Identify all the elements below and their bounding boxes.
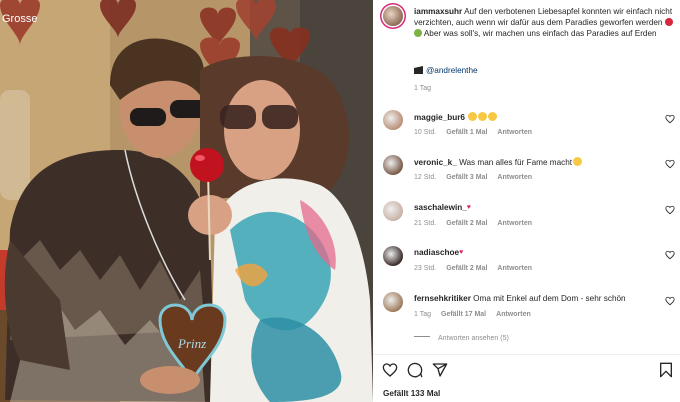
comment-text: Was man alles für Fame macht — [459, 158, 573, 167]
comment-icon[interactable] — [407, 362, 423, 378]
red-heart-emoji: ♥ — [459, 249, 464, 256]
comment-text-line: nadiaschoe♥ — [414, 248, 654, 257]
comment-avatar[interactable] — [383, 292, 403, 312]
emoji-face — [478, 112, 488, 121]
comment-like-heart-icon[interactable] — [665, 250, 675, 260]
comment-time: 10 Std. — [414, 129, 437, 136]
post-side-panel: iammaxsuhr Auf den verbotenen Liebesapfe… — [373, 0, 680, 402]
comment-text: Oma mit Enkel auf dem Dom - sehr schön — [473, 294, 626, 303]
comment-time: 23 Std. — [414, 265, 437, 272]
reply-button[interactable]: Antworten — [497, 220, 532, 227]
comment-meta: 23 Std. Gefällt 2 Mal Antworten — [414, 265, 542, 272]
comment-text-line: saschalewin_♥ — [414, 203, 654, 212]
instagram-post: Grosse Prinz iammaxsuhr Auf den verboten… — [0, 0, 680, 402]
action-bar — [382, 362, 672, 380]
comment-likes[interactable]: Gefällt 2 Mal — [446, 220, 487, 227]
comment-like-heart-icon[interactable] — [665, 159, 675, 169]
comment-like-heart-icon[interactable] — [665, 296, 675, 306]
comment-username[interactable]: veronic_k_ — [414, 158, 457, 167]
comment-avatar[interactable] — [383, 201, 403, 221]
comment-meta: 21 Std. Gefällt 2 Mal Antworten — [414, 220, 542, 227]
comment-username[interactable]: fernsehkritiker — [414, 294, 471, 303]
comment-text-line: veronic_k_ Was man alles für Fame macht — [414, 157, 654, 167]
apple-emoji — [664, 18, 673, 26]
comment-avatar[interactable] — [383, 110, 403, 130]
caption-text-end: Aber was soll's, wir machen uns einfach … — [423, 29, 657, 38]
emoji-face — [468, 112, 478, 121]
photo-illustration: Grosse Prinz — [0, 0, 373, 402]
comment-avatar[interactable] — [383, 246, 403, 266]
comment-username[interactable]: nadiaschoe — [414, 248, 459, 257]
comment-meta: 10 Std. Gefällt 1 Mal Antworten — [414, 129, 542, 136]
comment-text-line: fernsehkritiker Oma mit Enkel auf dem Do… — [414, 294, 654, 303]
reply-button[interactable]: Antworten — [497, 129, 532, 136]
comment-meta: 1 Tag Gefällt 17 Mal Antworten — [414, 311, 541, 318]
credit-link[interactable]: @andrelenthe — [426, 66, 478, 75]
post-photo[interactable]: Grosse Prinz — [0, 0, 373, 402]
comment-avatar[interactable] — [383, 155, 403, 175]
comment-username[interactable]: saschalewin_ — [414, 203, 467, 212]
comment-text-line: maggie_bur6 — [414, 112, 654, 122]
red-heart-emoji: ♥ — [466, 204, 471, 211]
pear-emoji — [414, 29, 422, 37]
caption: iammaxsuhr Auf den verbotenen Liebesapfe… — [414, 6, 674, 39]
comment-likes[interactable]: Gefällt 17 Mal — [441, 311, 486, 318]
author-avatar[interactable] — [383, 6, 403, 26]
likes-count[interactable]: Gefällt 133 Mal — [383, 389, 440, 398]
comment-likes[interactable]: Gefällt 3 Mal — [446, 174, 487, 181]
reply-button[interactable]: Antworten — [497, 174, 532, 181]
bookmark-icon[interactable] — [658, 362, 674, 378]
replies-dash — [414, 336, 430, 337]
comment-meta: 12 Std. Gefällt 3 Mal Antworten — [414, 174, 542, 181]
cookie-text: Prinz — [177, 336, 206, 351]
comment-like-heart-icon[interactable] — [665, 114, 675, 124]
comment-time: 21 Std. — [414, 220, 437, 227]
comment-username[interactable]: maggie_bur6 — [414, 113, 465, 122]
emoji-face — [488, 112, 498, 121]
heart-icon[interactable] — [382, 362, 398, 378]
actions-divider — [373, 354, 680, 355]
comment-likes[interactable]: Gefällt 1 Mal — [446, 129, 487, 136]
photo-sign-text: Grosse — [2, 13, 37, 25]
clapperboard-icon — [414, 66, 423, 74]
comment-likes[interactable]: Gefällt 2 Mal — [446, 265, 487, 272]
photo-credit: @andrelenthe — [414, 66, 478, 75]
reply-button[interactable]: Antworten — [496, 311, 531, 318]
author-username[interactable]: iammaxsuhr — [414, 7, 462, 16]
view-replies[interactable]: Antworten ansehen (5) — [414, 335, 509, 342]
emoji-face — [573, 157, 583, 166]
comment-time: 12 Std. — [414, 174, 437, 181]
post-time: 1 Tag — [414, 85, 431, 92]
comment-like-heart-icon[interactable] — [665, 205, 675, 215]
view-replies-label: Antworten ansehen (5) — [438, 335, 509, 342]
reply-button[interactable]: Antworten — [497, 265, 532, 272]
comment-time: 1 Tag — [414, 311, 431, 318]
share-icon[interactable] — [432, 362, 448, 378]
